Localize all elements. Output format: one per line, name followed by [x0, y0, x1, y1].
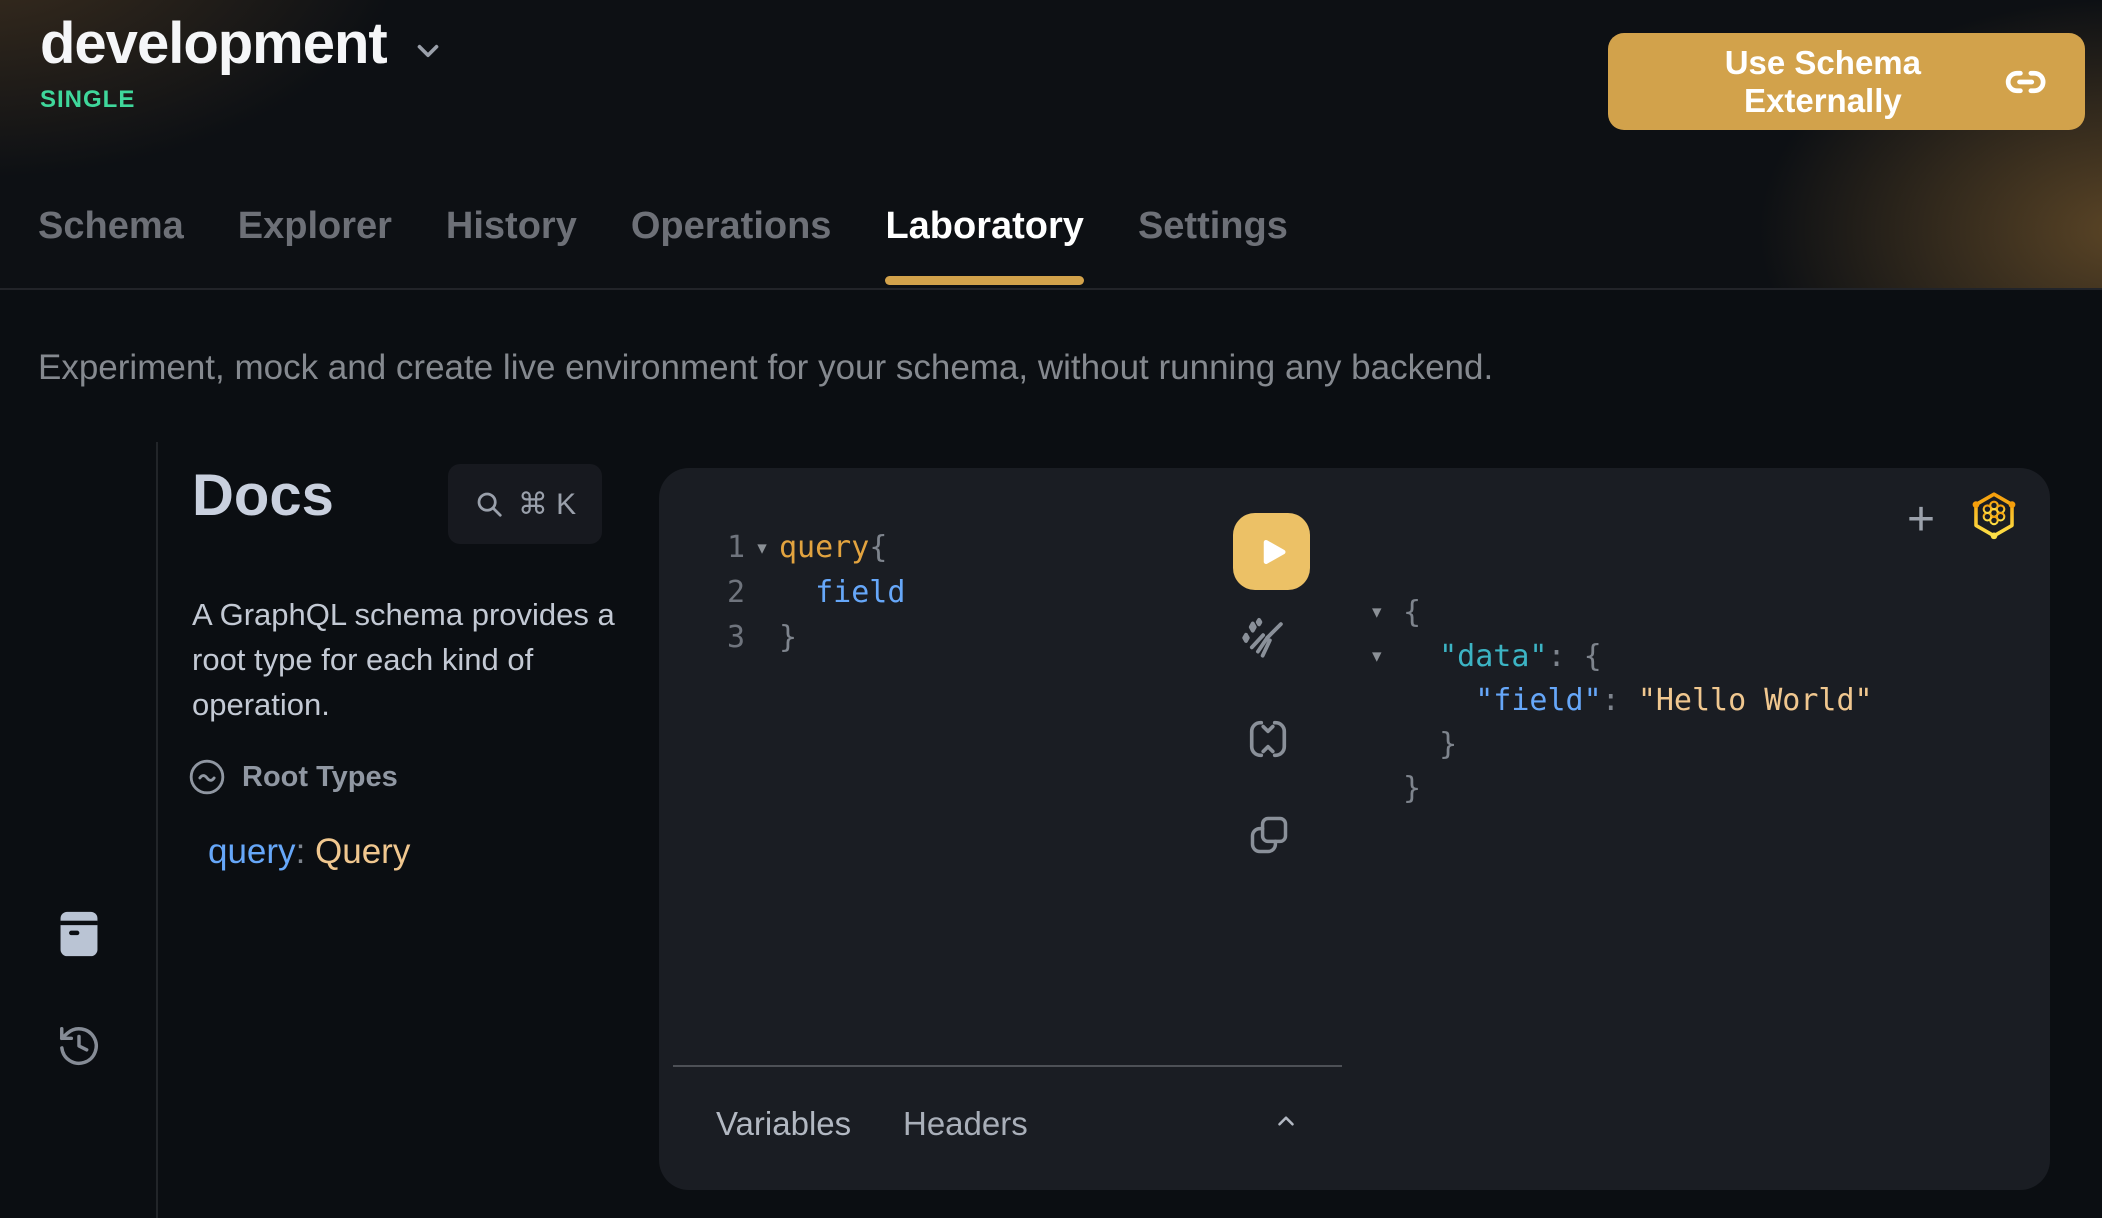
response-line: }: [1372, 722, 1873, 766]
fold-triangle-icon[interactable]: ▾: [1372, 645, 1403, 667]
open-brace: {: [1403, 595, 1421, 630]
root-field-colon: :: [296, 832, 315, 871]
response-line: ▾ "data": {: [1372, 634, 1873, 678]
indent: [779, 575, 815, 610]
indent: [1403, 639, 1439, 674]
collapse-editor-tools-button[interactable]: [1271, 1108, 1301, 1137]
tab-laboratory[interactable]: Laboratory: [885, 205, 1083, 288]
root-types-label: Root Types: [242, 761, 398, 794]
colon: :: [1548, 639, 1584, 674]
docs-intro-text: A GraphQL schema provides a root type fo…: [192, 592, 670, 727]
history-icon: [56, 1023, 102, 1069]
prettify-button[interactable]: [1237, 614, 1291, 668]
active-tab-underline: [885, 276, 1083, 285]
search-shortcut-label: ⌘ K: [518, 487, 576, 522]
docs-panel-title: Docs: [192, 462, 334, 529]
line-number: 2: [719, 575, 745, 610]
query-editor[interactable]: 1 ▾ query{ 2 field 3 }: [719, 525, 905, 660]
tab-settings[interactable]: Settings: [1138, 205, 1288, 288]
data-key: "data": [1439, 639, 1547, 674]
response-viewer: ▾ { ▾ "data": { "field": "Hello World" }…: [1372, 590, 1873, 810]
merge-icon: [1245, 716, 1291, 762]
tab-explorer[interactable]: Explorer: [238, 205, 392, 288]
close-brace: }: [1439, 727, 1457, 762]
indent: [1403, 683, 1475, 718]
fold-triangle-icon[interactable]: ▾: [745, 537, 779, 559]
graphql-hive-logo[interactable]: [1969, 489, 2019, 546]
editor-footer-divider: [673, 1065, 1342, 1067]
response-line: }: [1372, 766, 1873, 810]
link-icon: [2002, 61, 2049, 103]
search-icon: [474, 489, 504, 519]
query-editor-line: 2 field: [719, 570, 905, 615]
query-editor-line: 1 ▾ query{: [719, 525, 905, 570]
add-tab-button[interactable]: +: [1893, 492, 1949, 548]
close-brace: }: [1403, 771, 1421, 806]
project-tabs: Schema Explorer History Operations Labor…: [38, 205, 1288, 288]
tab-operations[interactable]: Operations: [631, 205, 832, 288]
page-description: Experiment, mock and create live environ…: [38, 348, 1493, 388]
line-number: 3: [719, 620, 745, 655]
response-line: "field": "Hello World": [1372, 678, 1873, 722]
open-brace: {: [869, 530, 887, 565]
query-editor-line: 3 }: [719, 615, 905, 660]
tab-headers[interactable]: Headers: [903, 1105, 1028, 1143]
query-keyword: query: [779, 530, 869, 565]
field-name: field: [815, 575, 905, 610]
tab-variables[interactable]: Variables: [716, 1105, 851, 1143]
response-line: ▾ {: [1372, 590, 1873, 634]
tab-history[interactable]: History: [446, 205, 577, 288]
tab-laboratory-label: Laboratory: [885, 205, 1083, 247]
book-icon: [58, 910, 100, 958]
open-brace: {: [1584, 639, 1602, 674]
project-type-badge: SINGLE: [40, 86, 135, 114]
chevron-up-icon: [1271, 1108, 1301, 1134]
tilde-circle-icon: [188, 758, 226, 796]
colon: :: [1602, 683, 1638, 718]
merge-fragments-button[interactable]: [1245, 716, 1291, 762]
root-type-query-link[interactable]: query: Query: [208, 832, 410, 872]
use-schema-externally-button[interactable]: Use Schema Externally: [1608, 33, 2085, 130]
plus-icon: +: [1907, 493, 1935, 546]
project-selector[interactable]: development: [40, 10, 445, 77]
close-brace: }: [779, 620, 797, 655]
copy-icon: [1247, 813, 1291, 857]
use-schema-externally-label: Use Schema Externally: [1644, 44, 2002, 120]
root-field-type: Query: [315, 832, 410, 871]
copy-query-button[interactable]: [1247, 813, 1291, 857]
wand-icon: [1237, 614, 1291, 668]
root-field-name: query: [208, 832, 296, 871]
field-key: "field": [1475, 683, 1601, 718]
page-header: development SINGLE Use Schema Externally…: [0, 0, 2102, 290]
laboratory-page: development SINGLE Use Schema Externally…: [0, 0, 2102, 1218]
field-value: "Hello World": [1638, 683, 1873, 718]
execute-query-button[interactable]: [1233, 513, 1310, 590]
chevron-down-icon: [411, 34, 445, 68]
tab-schema[interactable]: Schema: [38, 205, 184, 288]
line-number: 1: [719, 530, 745, 565]
project-title: development: [40, 10, 387, 77]
indent: [1403, 727, 1439, 762]
sidebar-item-docs[interactable]: [0, 910, 158, 958]
laboratory-sidebar: ⌘: [0, 442, 158, 1218]
graphiql-editor-panel: 1 ▾ query{ 2 field 3 }: [659, 468, 2050, 1190]
sidebar-item-history[interactable]: [0, 1023, 158, 1069]
play-icon: [1254, 534, 1290, 570]
search-button[interactable]: ⌘ K: [448, 464, 602, 544]
root-types-section: Root Types: [188, 758, 398, 796]
fold-triangle-icon[interactable]: ▾: [1372, 601, 1403, 623]
